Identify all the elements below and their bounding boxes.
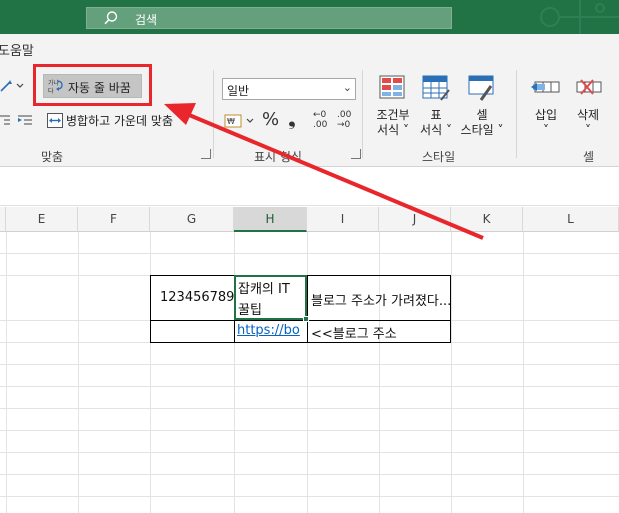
search-icon [104, 11, 118, 25]
table-border [150, 342, 451, 343]
increase-decimal-top: ←0 [313, 110, 327, 120]
gridline [0, 408, 619, 409]
format-as-table-button[interactable]: 표 서식 ˅ [416, 74, 456, 138]
merge-center-label: 병합하고 가운데 맞춤 [66, 114, 173, 128]
table-border [307, 275, 308, 343]
blog-link[interactable]: https://bo [237, 323, 300, 338]
cell-styles-label-2: 스타일 ˅ [460, 123, 504, 137]
separator [516, 70, 517, 158]
column-header-i[interactable]: I [307, 207, 379, 232]
decrease-decimal-top: .00 [337, 110, 352, 120]
cell-h-row1-line2[interactable]: 꿀팁 [238, 299, 262, 318]
search-label: 검색 [135, 13, 158, 27]
column-header-j[interactable]: J [379, 207, 451, 232]
column-header-g[interactable]: G [150, 207, 234, 232]
gridline [0, 452, 619, 453]
cell-g-row1[interactable]: 123456789 [160, 290, 234, 305]
delete-button[interactable]: 삭제 ˅ [568, 74, 608, 138]
number-format-dropdown[interactable]: 일반 ⌄ [222, 78, 356, 100]
conditional-formatting-label-1: 조건부 [376, 108, 410, 122]
table-border [450, 275, 451, 343]
gridline [0, 253, 619, 254]
number-format-value: 일반 [227, 84, 250, 98]
svg-text:₩: ₩ [227, 117, 235, 126]
gridline [0, 364, 619, 365]
table-border [150, 320, 451, 321]
chevron-down-icon: ⌄ [342, 81, 352, 94]
cell-styles-icon [468, 75, 494, 101]
gridline [0, 474, 619, 475]
insert-label: 삽입 [534, 108, 558, 122]
orientation-icon[interactable] [0, 78, 26, 94]
title-bar: 검색 [0, 0, 619, 34]
separator [213, 70, 214, 158]
insert-caret: ˅ [543, 123, 549, 137]
cell-h-row1-line1[interactable]: 잡캐의 IT [238, 278, 290, 297]
insert-cells-icon [531, 81, 560, 93]
table-border [150, 275, 151, 343]
increase-decimal-bottom: .00 [313, 120, 328, 130]
cells-group-label: 셀 [583, 150, 595, 164]
decrease-decimal-button[interactable]: .00 →0 [337, 110, 357, 132]
increase-decimal-button[interactable]: ←0 .00 [313, 110, 333, 132]
conditional-formatting-button[interactable]: 조건부 서식 ˅ [370, 74, 416, 138]
styles-group-label: 스타일 [422, 150, 456, 164]
format-as-table-label-2: 서식 ˅ [420, 123, 452, 137]
separator [362, 70, 363, 158]
delete-caret: ˅ [585, 123, 591, 137]
number-dialog-launcher[interactable] [351, 149, 361, 159]
conditional-formatting-label-2: 서식 ˅ [377, 123, 409, 137]
ribbon-tab-row: 도움말 [0, 34, 619, 62]
alignment-group-label: 맞춤 [41, 150, 64, 164]
column-header-e[interactable]: E [6, 207, 78, 232]
cell-styles-label-1: 셀 [476, 108, 488, 122]
delete-cells-icon [576, 79, 602, 95]
percent-style-button[interactable]: % [262, 109, 279, 130]
title-decoration [540, 0, 619, 34]
cell-i-row2[interactable]: <<블로그 주소 [311, 323, 397, 342]
format-as-table-label-1: 표 [430, 108, 442, 122]
accounting-format-icon[interactable]: ₩ [224, 113, 256, 129]
annotation-highlight-box [33, 64, 152, 106]
tab-help[interactable]: 도움말 [0, 40, 34, 59]
alignment-dialog-launcher[interactable] [201, 149, 211, 159]
gridline [0, 386, 619, 387]
search-box[interactable]: 검색 [86, 7, 452, 29]
decrease-decimal-bottom: →0 [337, 120, 351, 130]
cell-h-row2[interactable]: https://bo [235, 322, 306, 341]
insert-button[interactable]: 삽입 ˅ [526, 74, 566, 138]
merge-icon [47, 113, 63, 128]
conditional-formatting-icon [379, 75, 405, 99]
cell-styles-button[interactable]: 셀 스타일 ˅ [458, 74, 506, 138]
comma-style-button[interactable]: ❟ [288, 106, 296, 130]
formula-bar[interactable] [0, 168, 619, 206]
delete-label: 삭제 [576, 108, 600, 122]
gridline [0, 430, 619, 431]
number-group-label: 표시 형식 [254, 150, 302, 164]
cell-i-row1[interactable]: 블로그 주소가 가려졌다... [311, 290, 451, 309]
indent-icons[interactable] [0, 114, 40, 128]
gridline [0, 496, 619, 497]
column-header-f[interactable]: F [78, 207, 150, 232]
column-header-l[interactable]: L [523, 207, 619, 232]
column-header-h[interactable]: H [234, 207, 307, 232]
column-header-k[interactable]: K [451, 207, 523, 232]
format-as-table-icon [422, 75, 450, 101]
